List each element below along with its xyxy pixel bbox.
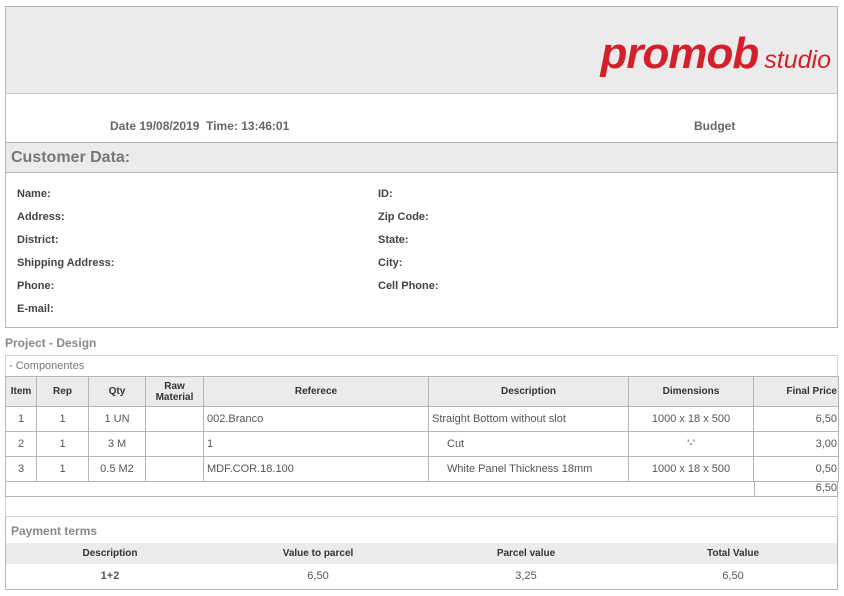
cell-qty: 0.5 M2: [88, 456, 146, 482]
table-row: 3 1 0.5 M2 MDF.COR.18.100 White Panel Th…: [5, 456, 839, 482]
cell-desc: White Panel Thickness 18mm: [428, 456, 629, 482]
col-item: Item: [5, 376, 37, 407]
table-row: 2 1 3 M 1 Cut '-' 3,00: [5, 431, 839, 457]
field-shipping-address: Shipping Address:: [17, 257, 115, 269]
field-city: City:: [378, 257, 403, 269]
customer-fields: Name: Address: District: Shipping Addres…: [5, 173, 838, 328]
pay-value-to-parcel: 6,50: [307, 570, 329, 582]
cell-desc: Cut: [428, 431, 629, 457]
pay-parcel-value: 3,25: [515, 570, 537, 582]
pay-description: 1+2: [100, 570, 120, 582]
spacer: [5, 497, 838, 517]
date-label: Date: [110, 119, 137, 133]
promob-logo: promob studio: [601, 29, 831, 79]
cell-price: 3,00: [753, 431, 839, 457]
doc-type: Budget: [694, 119, 736, 133]
col-final-price: Final Price: [753, 376, 839, 407]
customer-title: Customer Data:: [11, 149, 131, 166]
cell-dim: 1000 x 18 x 500: [628, 456, 754, 482]
pay-col-description: Description: [82, 548, 138, 559]
field-state: State:: [378, 234, 409, 246]
cell-rep: 1: [36, 431, 89, 457]
total-price: 6,50: [754, 481, 838, 496]
time-label: Time:: [206, 119, 238, 133]
cell-desc: Straight Bottom without slot: [428, 406, 629, 432]
cell-ref: 1: [203, 431, 429, 457]
pay-col-value-to-parcel: Value to parcel: [282, 548, 354, 559]
components-section: - Componentes: [5, 356, 838, 376]
col-description: Description: [428, 376, 629, 407]
cell-ref: MDF.COR.18.100: [203, 456, 429, 482]
payment-section: Payment terms Description Value to parce…: [5, 517, 838, 590]
cell-rep: 1: [36, 456, 89, 482]
project-title: Project - Design: [5, 336, 97, 350]
date-time: Date 19/08/2019 Time: 13:46:01: [110, 119, 289, 133]
field-address: Address:: [17, 211, 65, 223]
payment-row: 1+2 6,50 3,25 6,50: [6, 564, 837, 588]
cell-raw: [145, 456, 204, 482]
cell-item: 2: [5, 431, 37, 457]
table-row: 1 1 1 UN 002.Branco Straight Bottom with…: [5, 406, 839, 432]
cell-dim: '-': [628, 431, 754, 457]
components-label: - Componentes: [9, 360, 85, 372]
col-reference: Referece: [203, 376, 429, 407]
cell-raw: [145, 406, 204, 432]
cell-qty: 3 M: [88, 431, 146, 457]
pay-col-total-value: Total Value: [706, 548, 760, 559]
col-dimensions: Dimensions: [628, 376, 754, 407]
field-id: ID:: [378, 188, 393, 200]
field-zip: Zip Code:: [378, 211, 429, 223]
report-header: promob studio: [5, 6, 838, 94]
table-header-row: Item Rep Qty Raw Material Referece Descri…: [5, 376, 839, 407]
field-cell-phone: Cell Phone:: [378, 280, 439, 292]
logo-brand: promob: [600, 29, 760, 78]
cell-dim: 1000 x 18 x 500: [628, 406, 754, 432]
cell-item: 3: [5, 456, 37, 482]
table-total-row: 6,50: [5, 481, 838, 497]
col-raw-material: Raw Material: [145, 376, 204, 407]
date-bar: Date 19/08/2019 Time: 13:46:01 Budget: [5, 94, 838, 142]
payment-title: Payment terms: [11, 524, 98, 538]
cell-price: 0,50: [753, 456, 839, 482]
date-value: 19/08/2019: [139, 119, 200, 133]
cell-qty: 1 UN: [88, 406, 146, 432]
logo-sub: studio: [764, 46, 831, 74]
payment-header-row: Description Value to parcel Parcel value…: [6, 543, 837, 564]
field-email: E-mail:: [17, 303, 54, 315]
cell-rep: 1: [36, 406, 89, 432]
field-district: District:: [17, 234, 59, 246]
cell-ref: 002.Branco: [203, 406, 429, 432]
col-rep: Rep: [36, 376, 89, 407]
col-qty: Qty: [88, 376, 146, 407]
field-name: Name:: [17, 188, 51, 200]
field-phone: Phone:: [17, 280, 55, 292]
time-value: 13:46:01: [241, 119, 290, 133]
customer-section-header: Customer Data:: [5, 142, 838, 173]
cell-raw: [145, 431, 204, 457]
cell-price: 6,50: [753, 406, 839, 432]
cell-item: 1: [5, 406, 37, 432]
pay-total-value: 6,50: [722, 570, 744, 582]
pay-col-parcel-value: Parcel value: [496, 548, 556, 559]
components-table: Item Rep Qty Raw Material Referece Descri…: [5, 376, 839, 482]
